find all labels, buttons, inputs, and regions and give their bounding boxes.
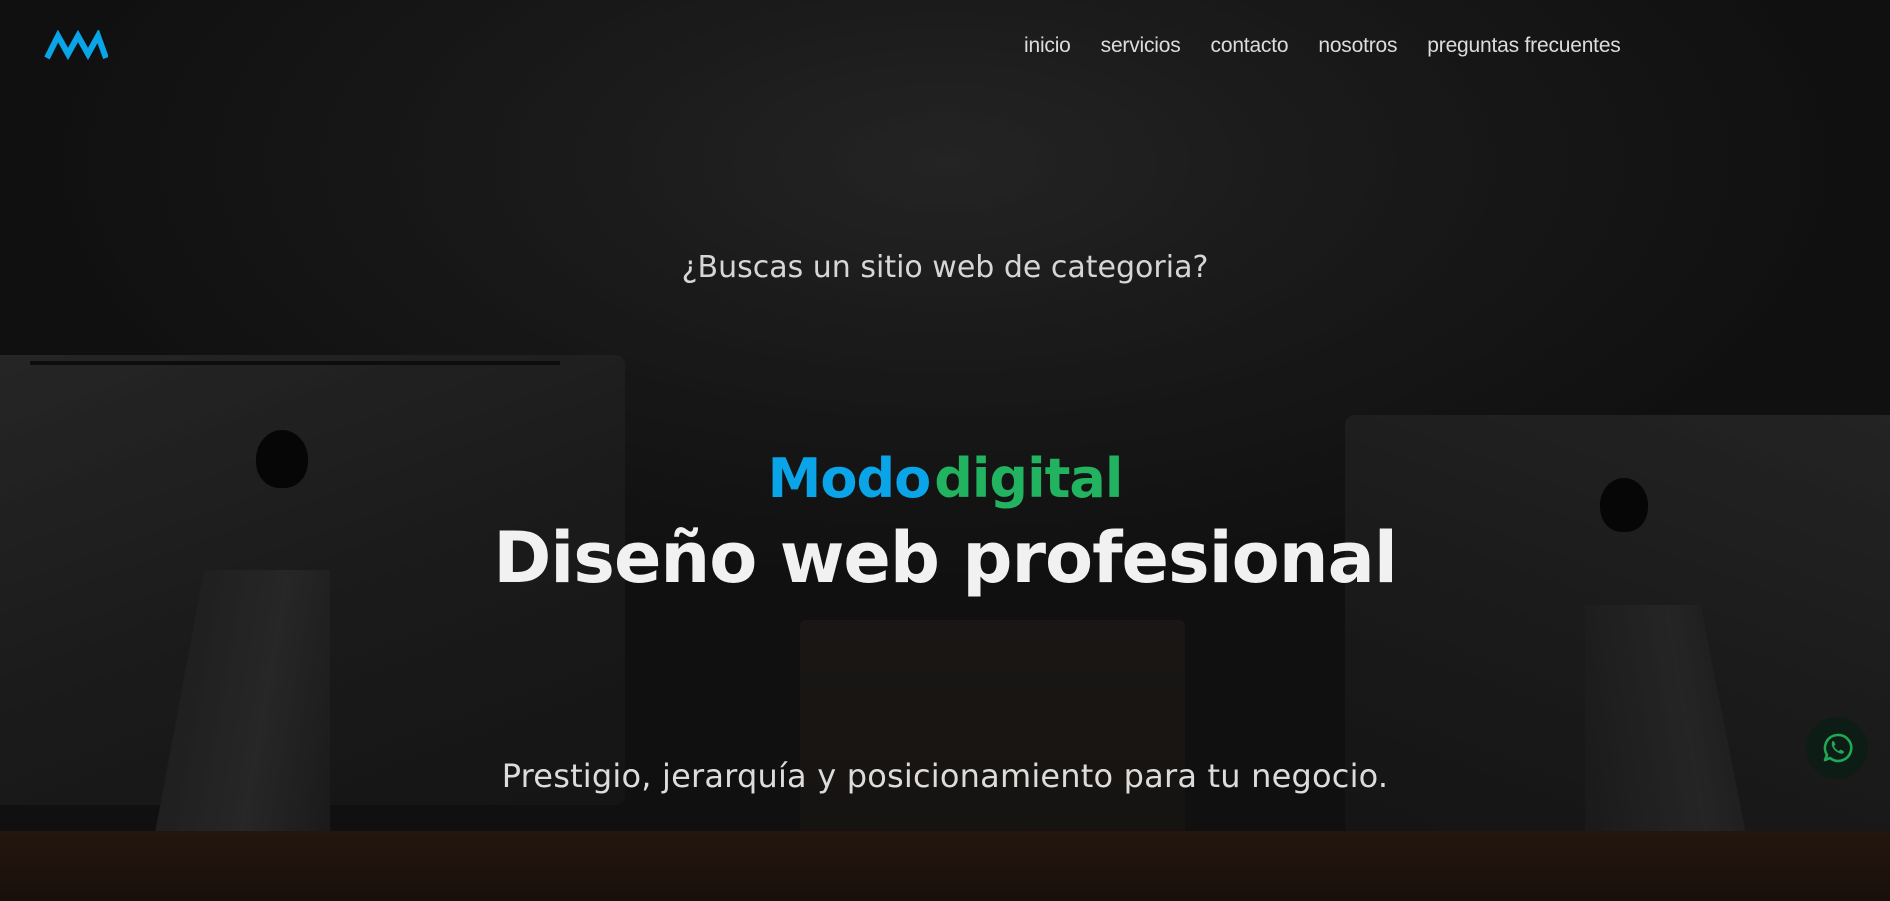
navbar: inicio servicios contacto nosotros pregu…: [0, 0, 1890, 90]
hero-headline: Diseño web profesional: [493, 517, 1398, 599]
hero-subline: Prestigio, jerarquía y posicionamiento p…: [501, 757, 1389, 795]
nav-item-preguntas-frecuentes[interactable]: preguntas frecuentes: [1427, 34, 1620, 58]
brand-name-part2: digital: [934, 447, 1123, 510]
whatsapp-icon: [1823, 733, 1853, 763]
nav-item-inicio[interactable]: inicio: [1024, 34, 1071, 58]
main-nav: inicio servicios contacto nosotros pregu…: [1024, 34, 1621, 58]
hero-section: inicio servicios contacto nosotros pregu…: [0, 0, 1890, 901]
logo-icon[interactable]: [44, 28, 109, 62]
brand-name: Mododigital: [0, 444, 1890, 514]
hero-tagline: ¿Buscas un sitio web de categoria?: [681, 250, 1209, 285]
brand-name-part1: Modo: [767, 447, 932, 510]
whatsapp-button[interactable]: [1806, 717, 1868, 779]
nav-item-nosotros[interactable]: nosotros: [1318, 34, 1397, 58]
nav-item-contacto[interactable]: contacto: [1211, 34, 1289, 58]
nav-item-servicios[interactable]: servicios: [1101, 34, 1181, 58]
